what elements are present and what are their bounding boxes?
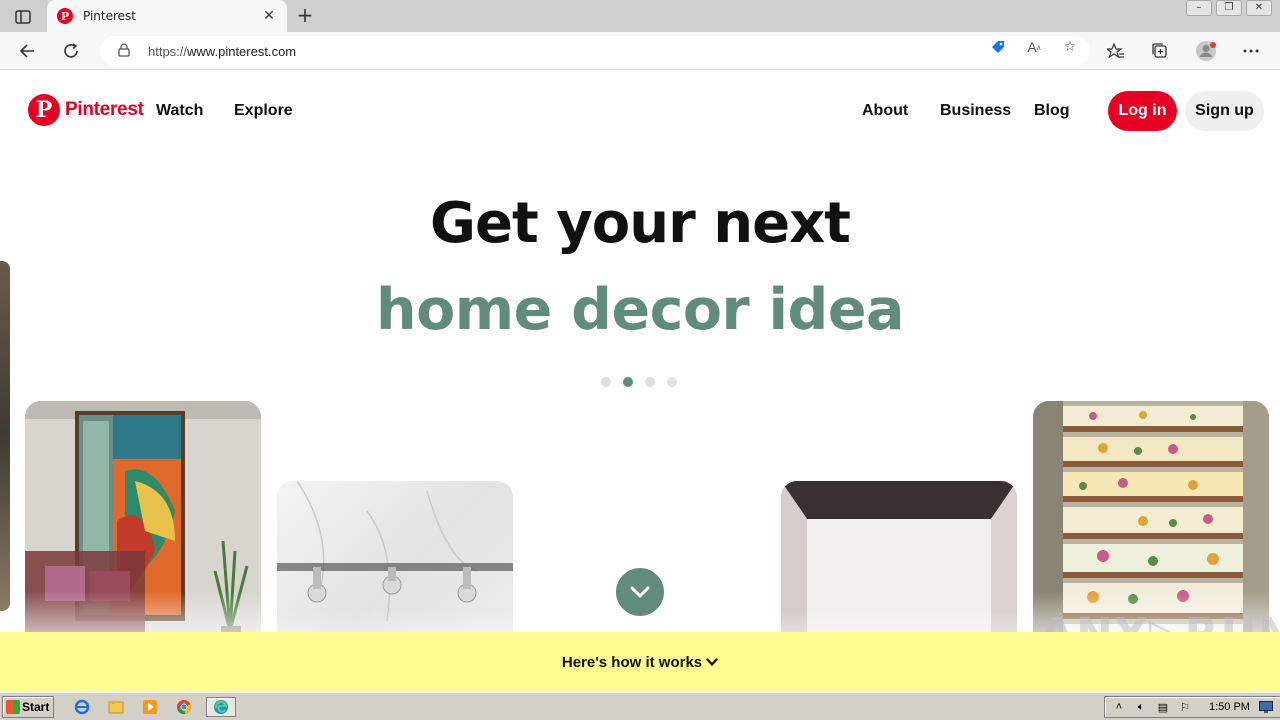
edge-icon[interactable] xyxy=(206,697,236,717)
url-text: https://www.pinterest.com xyxy=(148,43,297,59)
action-center-flag-icon[interactable]: ⚐ xyxy=(1177,699,1193,715)
browser-toolbar: https://www.pinterest.com Aʌ ☆ xyxy=(0,32,1280,70)
add-favorite-icon[interactable]: ☆ xyxy=(1060,37,1080,57)
internet-explorer-icon[interactable] xyxy=(70,697,94,717)
read-aloud-icon[interactable]: Aʌ xyxy=(1024,37,1044,57)
address-bar-actions: Aʌ ☆ xyxy=(988,37,1080,57)
pin-image-partial xyxy=(0,261,10,611)
site-header: P Pinterest Watch Explore About Business… xyxy=(0,71,1280,151)
carousel-dot[interactable] xyxy=(667,377,677,387)
new-tab-button[interactable]: + xyxy=(294,4,316,26)
hero-rotating-topic: home decor idea xyxy=(376,277,904,343)
logo-wordmark: Pinterest xyxy=(65,99,144,120)
profile-icon[interactable] xyxy=(1195,40,1217,62)
tray-expand-icon[interactable]: ˄ xyxy=(1111,699,1127,715)
chevron-down-icon xyxy=(630,586,650,598)
sidebar-icon[interactable] xyxy=(10,6,36,28)
favorites-icon[interactable] xyxy=(1105,40,1127,62)
window-controls: – ❐ ✕ xyxy=(1186,0,1272,18)
show-desktop-icon[interactable] xyxy=(1258,699,1274,715)
volume-icon[interactable]: 🔈︎ xyxy=(1133,699,1149,715)
hero-heading: Get your next xyxy=(430,191,851,256)
chrome-icon[interactable] xyxy=(172,697,196,717)
pinterest-logo[interactable]: P Pinterest xyxy=(28,94,144,126)
windows-flag-icon xyxy=(6,700,20,714)
lock-icon[interactable] xyxy=(118,42,134,61)
login-button[interactable]: Log in xyxy=(1108,91,1177,131)
browser-tab[interactable]: P Pinterest ✕ xyxy=(47,0,287,32)
refresh-icon[interactable] xyxy=(60,40,82,62)
tag-icon[interactable] xyxy=(988,37,1008,57)
carousel-dots xyxy=(601,377,677,387)
tab-title: Pinterest xyxy=(83,9,137,23)
nav-link-explore[interactable]: Explore xyxy=(234,102,293,120)
file-explorer-icon[interactable] xyxy=(104,697,128,717)
pinterest-favicon-icon: P xyxy=(57,8,73,24)
pinterest-page: P Pinterest Watch Explore About Business… xyxy=(0,71,1280,692)
more-icon[interactable] xyxy=(1240,40,1262,62)
start-button[interactable]: Start xyxy=(2,696,54,718)
back-arrow-icon[interactable] xyxy=(16,40,38,62)
start-label: Start xyxy=(22,700,50,714)
media-player-icon[interactable] xyxy=(138,697,162,717)
address-bar[interactable]: https://www.pinterest.com xyxy=(100,36,1090,66)
carousel-dot[interactable] xyxy=(601,377,611,387)
os-taskbar: Start ˄ 🔈︎ ▤ ⚐ 1:50 PM xyxy=(0,692,1280,720)
signup-button[interactable]: Sign up xyxy=(1185,91,1264,131)
minimize-icon[interactable]: – xyxy=(1186,0,1212,16)
quick-launch xyxy=(70,697,236,717)
window-close-icon[interactable]: ✕ xyxy=(1246,0,1272,16)
clock[interactable]: 1:50 PM xyxy=(1209,701,1250,713)
nav-link-about[interactable]: About xyxy=(862,102,908,120)
how-it-works-banner[interactable]: Here's how it works xyxy=(0,632,1280,692)
carousel-dot[interactable] xyxy=(645,377,655,387)
nav-link-watch[interactable]: Watch xyxy=(156,102,203,120)
how-it-works-label: Here's how it works xyxy=(561,653,703,671)
restore-icon[interactable]: ❐ xyxy=(1216,0,1242,16)
carousel-dot-active[interactable] xyxy=(623,377,633,387)
system-tray: ˄ 🔈︎ ▤ ⚐ 1:50 PM xyxy=(1104,696,1280,718)
scroll-down-button[interactable] xyxy=(616,568,664,616)
tab-close-icon[interactable]: ✕ xyxy=(261,8,277,24)
browser-tab-bar: P Pinterest ✕ + – ❐ ✕ xyxy=(0,0,1280,32)
pinterest-logo-icon: P xyxy=(28,94,60,126)
pin-image-stained-glass[interactable] xyxy=(25,401,261,661)
chevron-down-icon xyxy=(706,657,718,666)
nav-link-business[interactable]: Business xyxy=(940,102,1011,120)
nav-link-blog[interactable]: Blog xyxy=(1034,102,1070,120)
collections-icon[interactable] xyxy=(1149,40,1171,62)
network-icon[interactable]: ▤ xyxy=(1155,699,1171,715)
